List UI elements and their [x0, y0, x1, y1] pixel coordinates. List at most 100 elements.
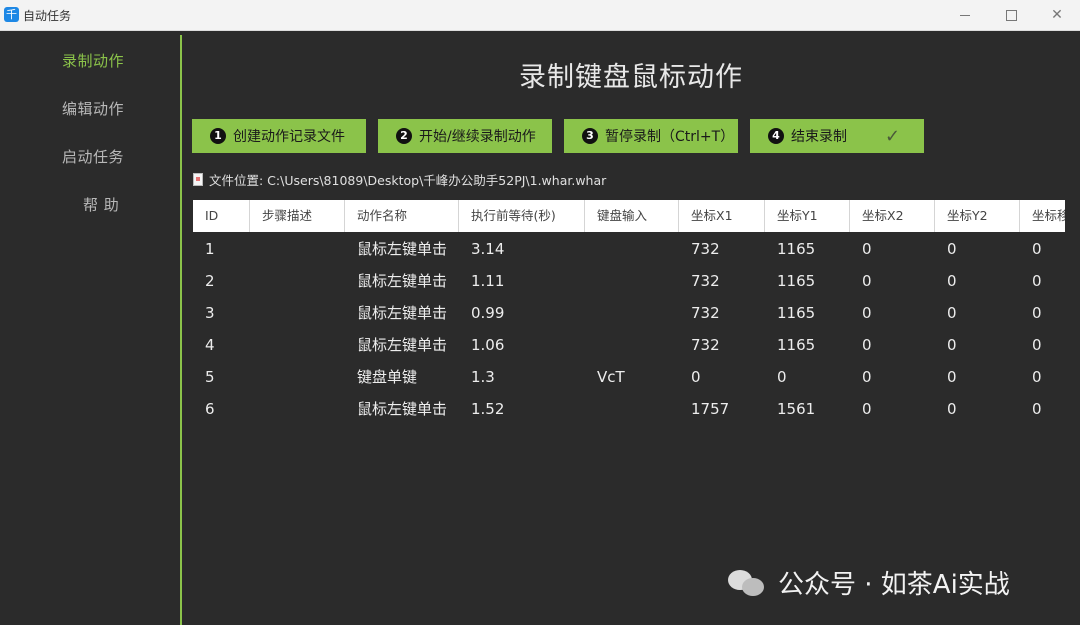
close-icon: ✕	[1051, 7, 1063, 23]
cell-y1: 1165	[777, 336, 816, 354]
cell-y1: 1561	[777, 400, 816, 418]
cell-action-name: 鼠标左键单击	[357, 400, 448, 418]
end-recording-button[interactable]: 4 结束录制 ✓	[750, 119, 924, 153]
button-label: 结束录制	[791, 129, 847, 145]
cell-keyboard-input	[585, 329, 597, 361]
cell-keyboard-input	[585, 233, 597, 265]
number-4-icon: 4	[768, 128, 784, 144]
table-row[interactable]: 6 鼠标左键单击 1.52 1757 1561 0 0 0	[193, 393, 1065, 425]
cell-x2: 0	[862, 272, 872, 290]
cell-x2: 0	[862, 336, 872, 354]
sidebar-item-record[interactable]: 录制动作	[62, 50, 124, 71]
maximize-button[interactable]	[988, 0, 1034, 30]
minimize-button[interactable]	[942, 0, 988, 30]
sidebar-item-help[interactable]: 帮 助	[83, 194, 119, 215]
column-header-x2[interactable]: 坐标X2	[850, 200, 935, 232]
table-row[interactable]: 2 鼠标左键单击 1.11 732 1165 0 0 0	[193, 265, 1065, 297]
cell-move: 0	[1032, 240, 1042, 258]
button-label: 开始/继续录制动作	[419, 129, 536, 145]
check-icon: ✓	[885, 125, 901, 147]
file-path-text: 文件位置: C:\Users\81089\Desktop\千峰办公助手52PJ\…	[209, 173, 607, 188]
window-title: 自动任务	[23, 9, 72, 23]
column-header-id[interactable]: ID	[193, 200, 250, 232]
column-header-x1[interactable]: 坐标X1	[679, 200, 765, 232]
sidebar	[0, 31, 180, 625]
cell-action-name: 鼠标左键单击	[357, 272, 448, 290]
cell-step-desc	[250, 361, 262, 393]
cell-x2: 0	[862, 304, 872, 322]
cell-y1: 1165	[777, 240, 816, 258]
table-row[interactable]: 5 键盘单键 1.3 VcT 0 0 0 0 0	[193, 361, 1065, 393]
cell-move: 0	[1032, 336, 1042, 354]
cell-y2: 0	[947, 336, 957, 354]
column-header-wait-time[interactable]: 执行前等待(秒)	[459, 200, 585, 232]
cell-y2: 0	[947, 368, 957, 386]
file-path: 文件位置: C:\Users\81089\Desktop\千峰办公助手52PJ\…	[193, 170, 606, 189]
cell-wait-time: 1.11	[471, 272, 505, 290]
sidebar-item-edit[interactable]: 编辑动作	[62, 98, 124, 119]
minimize-icon	[960, 14, 970, 16]
create-record-file-button[interactable]: 1 创建动作记录文件	[192, 119, 366, 153]
watermark-text: 公众号 · 如茶Ai实战	[778, 570, 1010, 600]
button-label: 暂停录制（Ctrl+T）	[605, 129, 735, 145]
column-header-keyboard-input[interactable]: 键盘输入	[585, 200, 679, 232]
cell-x1: 732	[691, 272, 720, 290]
cell-wait-time: 1.06	[471, 336, 505, 354]
cell-wait-time: 1.52	[471, 400, 505, 418]
cell-x1: 732	[691, 240, 720, 258]
window-titlebar: 千 自动任务 ✕	[0, 0, 1080, 31]
table-row[interactable]: 3 鼠标左键单击 0.99 732 1165 0 0 0	[193, 297, 1065, 329]
cell-action-name: 鼠标左键单击	[357, 240, 448, 258]
cell-id: 6	[205, 400, 215, 418]
column-header-move[interactable]: 坐标移	[1020, 200, 1065, 232]
cell-move: 0	[1032, 400, 1042, 418]
cell-x1: 0	[691, 368, 701, 386]
column-header-y1[interactable]: 坐标Y1	[765, 200, 850, 232]
cell-wait-time: 0.99	[471, 304, 505, 322]
number-2-icon: 2	[396, 128, 412, 144]
cell-x2: 0	[862, 368, 872, 386]
cell-y1: 0	[777, 368, 787, 386]
column-header-action-name[interactable]: 动作名称	[345, 200, 459, 232]
sidebar-divider	[180, 35, 182, 625]
cell-y2: 0	[947, 400, 957, 418]
app-icon: 千	[4, 7, 19, 22]
cell-action-name: 鼠标左键单击	[357, 304, 448, 322]
cell-keyboard-input	[585, 393, 597, 425]
cell-action-name: 键盘单键	[357, 368, 418, 386]
cell-move: 0	[1032, 304, 1042, 322]
cell-id: 1	[205, 240, 215, 258]
cell-step-desc	[250, 233, 262, 265]
pause-recording-button[interactable]: 3 暂停录制（Ctrl+T）	[564, 119, 738, 153]
cell-step-desc	[250, 393, 262, 425]
cell-x1: 1757	[691, 400, 730, 418]
page-title: 录制键盘鼠标动作	[519, 62, 743, 93]
column-header-step-desc[interactable]: 步骤描述	[250, 200, 345, 232]
cell-y2: 0	[947, 240, 957, 258]
number-3-icon: 3	[582, 128, 598, 144]
wechat-icon	[728, 568, 768, 598]
cell-x2: 0	[862, 400, 872, 418]
cell-move: 0	[1032, 272, 1042, 290]
cell-step-desc	[250, 297, 262, 329]
cell-id: 5	[205, 368, 215, 386]
cell-keyboard-input: VcT	[597, 368, 625, 386]
cell-id: 4	[205, 336, 215, 354]
table-row[interactable]: 4 鼠标左键单击 1.06 732 1165 0 0 0	[193, 329, 1065, 361]
cell-wait-time: 3.14	[471, 240, 505, 258]
maximize-icon	[1005, 9, 1017, 21]
column-header-y2[interactable]: 坐标Y2	[935, 200, 1020, 232]
close-button[interactable]: ✕	[1034, 0, 1080, 30]
number-1-icon: 1	[210, 128, 226, 144]
start-continue-recording-button[interactable]: 2 开始/继续录制动作	[378, 119, 552, 153]
cell-step-desc	[250, 265, 262, 297]
cell-action-name: 鼠标左键单击	[357, 336, 448, 354]
cell-step-desc	[250, 329, 262, 361]
cell-id: 2	[205, 272, 215, 290]
cell-wait-time: 1.3	[471, 368, 495, 386]
sidebar-item-start-task[interactable]: 启动任务	[62, 146, 124, 167]
cell-x2: 0	[862, 240, 872, 258]
table-header: ID 步骤描述 动作名称 执行前等待(秒) 键盘输入 坐标X1 坐标Y1 坐标X…	[193, 200, 1065, 232]
document-icon	[193, 173, 203, 186]
table-row[interactable]: 1 鼠标左键单击 3.14 732 1165 0 0 0	[193, 233, 1065, 265]
